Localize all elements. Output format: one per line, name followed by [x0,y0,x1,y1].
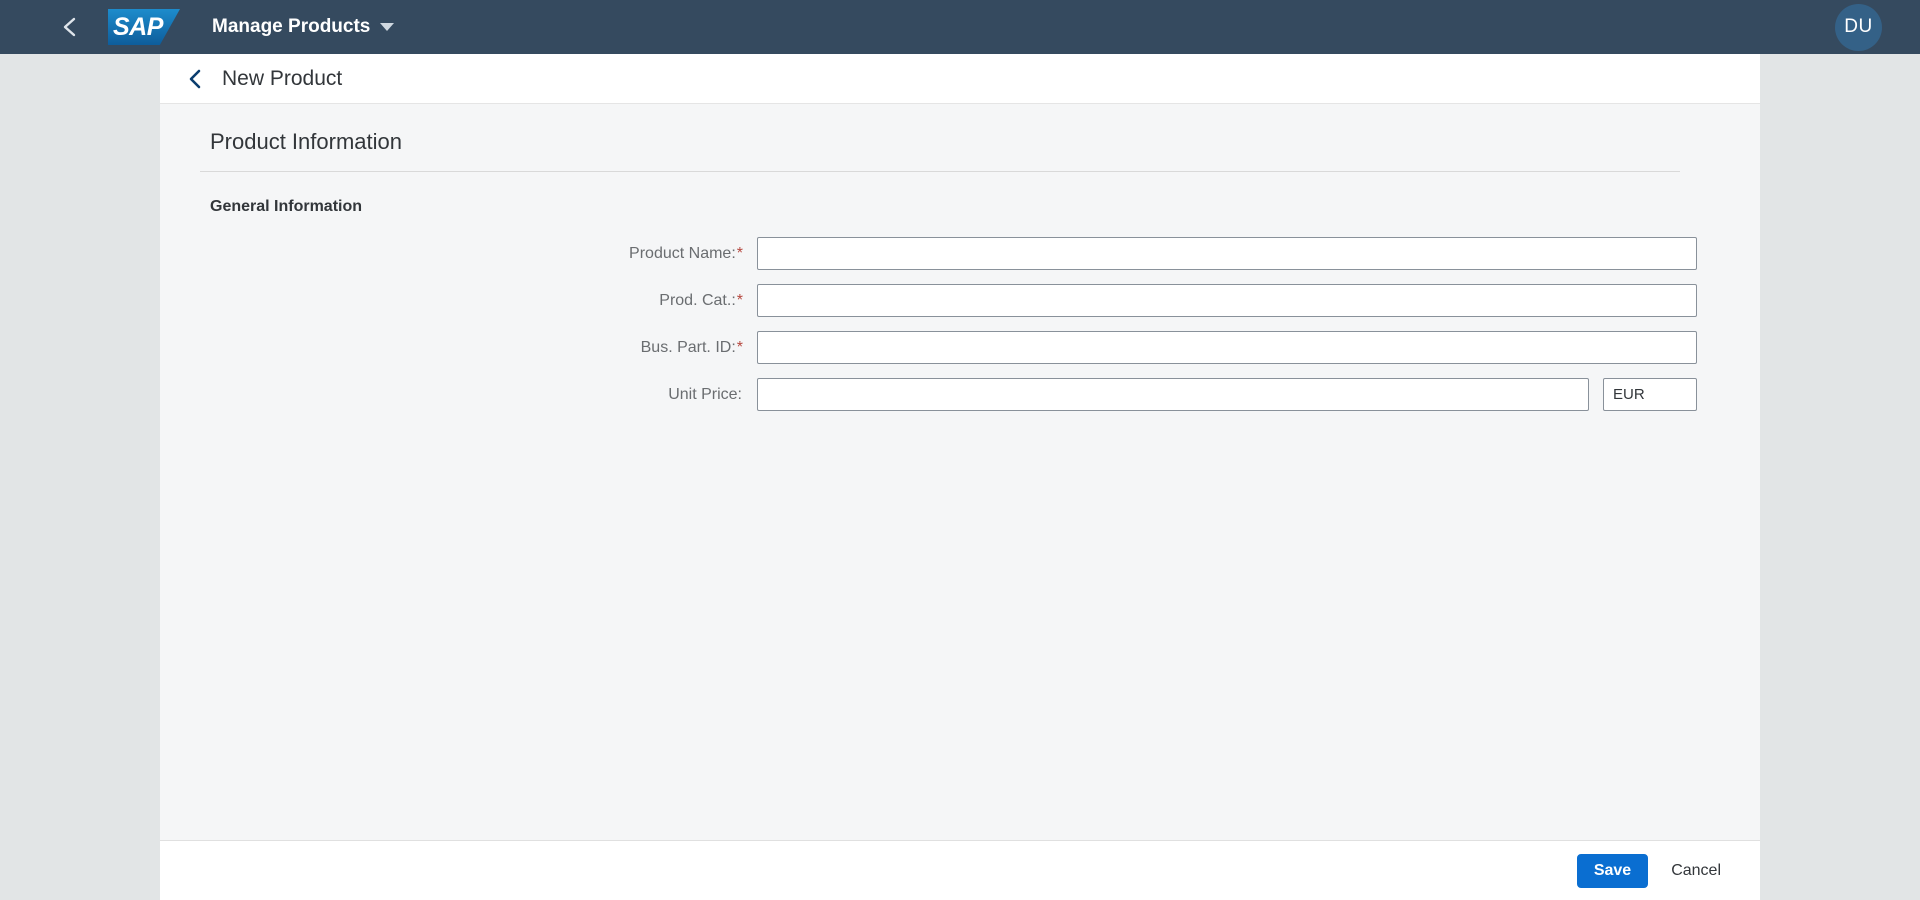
page-content: Product Information General Information … [160,104,1760,840]
application-root: SAP Manage Products DU New Product Produ… [0,0,1920,900]
form-row-product-name: Product Name: * [200,234,1720,273]
section-title: Product Information [210,129,402,154]
form-row-unit-price: Unit Price: [200,375,1720,414]
required-indicator: * [736,338,743,356]
label-product-category-text: Prod. Cat.: [659,291,736,309]
form-row-product-category: Prod. Cat.: * [200,281,1720,320]
general-information-form: Product Name: * Prod. Cat.: * Bus. Part.… [200,234,1720,414]
product-name-input[interactable] [757,237,1697,270]
shell-bar: SAP Manage Products DU [0,0,1920,54]
label-business-partner-id: Bus. Part. ID: * [200,339,745,357]
business-partner-id-input[interactable] [757,331,1697,364]
page-title: New Product [222,66,343,90]
object-page-header: New Product [160,54,1760,104]
page-footer: Save Cancel [160,840,1760,900]
avatar-initials: DU [1844,16,1873,37]
label-product-name-text: Product Name: [629,244,736,262]
shell-back-button[interactable] [48,5,92,49]
label-unit-price-text: Unit Price: [668,385,742,403]
product-category-input[interactable] [757,284,1697,317]
chevron-down-icon [380,23,395,31]
page-back-button[interactable] [178,62,212,96]
save-button[interactable]: Save [1576,853,1649,888]
avatar[interactable]: DU [1835,3,1882,51]
app-title-menu[interactable]: Manage Products [212,16,395,38]
label-business-partner-id-text: Bus. Part. ID: [640,338,736,356]
currency-input[interactable] [1603,378,1697,411]
cancel-button[interactable]: Cancel [1654,854,1738,888]
chevron-left-icon [63,17,76,37]
required-indicator: * [736,244,743,262]
group-title: General Information [210,198,363,215]
sap-logo[interactable]: SAP [108,9,180,45]
chevron-left-icon [189,69,200,88]
form-row-business-partner-id: Bus. Part. ID: * [200,328,1720,367]
sap-logo-text: SAP [113,12,163,41]
page-column: New Product Product Information General … [160,54,1760,900]
unit-price-input[interactable] [757,378,1589,411]
required-indicator: * [736,291,743,309]
label-product-category: Prod. Cat.: * [200,292,745,310]
label-product-name: Product Name: * [200,245,745,263]
app-title-label: Manage Products [212,16,371,37]
label-unit-price: Unit Price: [200,386,745,404]
